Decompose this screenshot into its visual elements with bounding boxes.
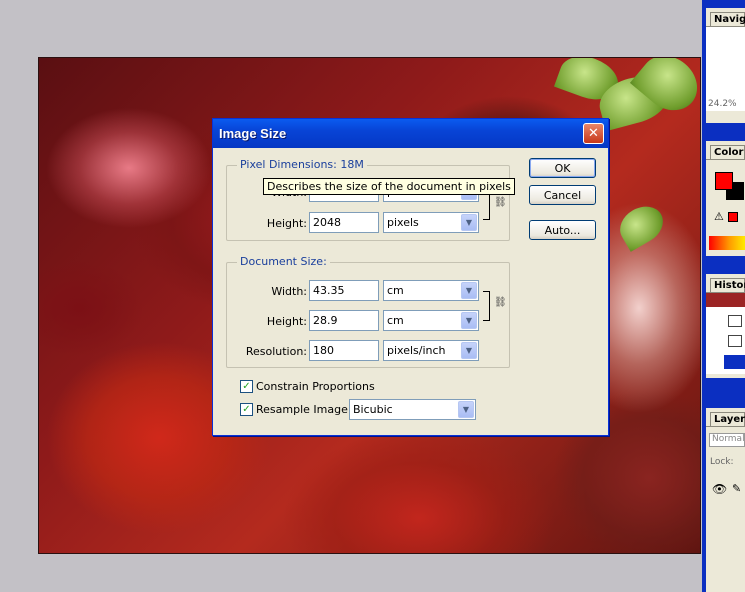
auto-button[interactable]: Auto... bbox=[529, 220, 596, 240]
chevron-down-icon[interactable]: ▼ bbox=[458, 401, 474, 418]
ok-button[interactable]: OK bbox=[529, 158, 596, 178]
resample-image-label: Resample Image: bbox=[256, 403, 352, 416]
image-size-dialog: Image Size ✕ Pixel Dimensions: 18M Width… bbox=[212, 118, 609, 436]
chain-link-icon: ⛓ bbox=[494, 297, 507, 308]
doc-height-input[interactable]: 28.9 bbox=[309, 310, 379, 331]
cancel-button[interactable]: Cancel bbox=[529, 185, 596, 205]
constrain-proportions-checkbox[interactable]: ✓ bbox=[240, 380, 253, 393]
doc-height-label: Height: bbox=[266, 315, 307, 328]
navigator-zoom[interactable]: 24.2% bbox=[708, 99, 737, 109]
resolution-input[interactable]: 180 bbox=[309, 340, 379, 361]
history-body bbox=[706, 292, 745, 374]
pixel-dimensions-label: Pixel Dimensions: 18M bbox=[237, 158, 367, 171]
resolution-unit-value: pixels/inch bbox=[387, 344, 446, 357]
history-step-active[interactable] bbox=[724, 355, 745, 369]
leaf-shape bbox=[613, 199, 670, 252]
chevron-down-icon[interactable]: ▼ bbox=[461, 214, 477, 231]
foreground-color-swatch[interactable] bbox=[715, 172, 733, 190]
layers-body: Normal Lock: 👁 ✎ bbox=[706, 426, 745, 588]
pixel-height-unit-select[interactable]: pixels ▼ bbox=[383, 212, 479, 233]
eye-icon[interactable]: 👁 bbox=[712, 482, 727, 496]
warning-icon: ⚠ bbox=[714, 210, 724, 223]
history-snapshot[interactable] bbox=[706, 293, 745, 307]
pixel-height-unit-value: pixels bbox=[387, 216, 419, 229]
close-icon[interactable]: ✕ bbox=[583, 123, 604, 144]
color-ramp[interactable] bbox=[709, 236, 745, 250]
chevron-down-icon[interactable]: ▼ bbox=[461, 342, 477, 359]
constrain-proportions-row[interactable]: ✓ Constrain Proportions bbox=[240, 380, 375, 393]
pixel-height-label: Height: bbox=[266, 217, 307, 230]
doc-width-unit-value: cm bbox=[387, 284, 404, 297]
pixel-height-input[interactable]: 2048 bbox=[309, 212, 379, 233]
doc-height-unit-select[interactable]: cm ▼ bbox=[383, 310, 479, 331]
history-step-icon[interactable] bbox=[728, 315, 742, 327]
history-tab[interactable]: Histor bbox=[710, 278, 745, 292]
color-body: ⚠ bbox=[706, 159, 745, 254]
brush-icon[interactable]: ✎ bbox=[732, 482, 741, 495]
palette-dock: Navig 24.2% Color ⚠ Histor Layer Normal … bbox=[702, 0, 745, 592]
navigator-palette: Navig 24.2% bbox=[706, 8, 745, 123]
navigator-tab[interactable]: Navig bbox=[710, 12, 745, 26]
chevron-down-icon[interactable]: ▼ bbox=[461, 282, 477, 299]
dialog-title: Image Size bbox=[219, 126, 287, 141]
resample-method-value: Bicubic bbox=[353, 403, 393, 416]
layers-palette: Layer Normal Lock: 👁 ✎ bbox=[706, 408, 745, 592]
doc-width-input[interactable]: 43.35 bbox=[309, 280, 379, 301]
chain-link-icon: ⛓ bbox=[494, 197, 507, 208]
navigator-body: 24.2% bbox=[706, 26, 745, 111]
pixel-dimensions-size: 18M bbox=[340, 158, 364, 171]
color-palette: Color ⚠ bbox=[706, 141, 745, 256]
pixel-dimensions-title: Pixel Dimensions: bbox=[240, 158, 337, 171]
chevron-down-icon[interactable]: ▼ bbox=[461, 312, 477, 329]
blend-mode-select[interactable]: Normal bbox=[709, 433, 745, 447]
constrain-proportions-label: Constrain Proportions bbox=[256, 380, 375, 393]
doc-width-label: Width: bbox=[271, 285, 307, 298]
resolution-unit-select[interactable]: pixels/inch ▼ bbox=[383, 340, 479, 361]
color-tab[interactable]: Color bbox=[710, 145, 745, 159]
link-bracket bbox=[483, 291, 490, 321]
dialog-titlebar[interactable]: Image Size bbox=[213, 119, 608, 148]
resample-method-select[interactable]: Bicubic ▼ bbox=[349, 399, 476, 420]
layers-tab[interactable]: Layer bbox=[710, 412, 745, 426]
resample-image-checkbox[interactable]: ✓ bbox=[240, 403, 253, 416]
document-size-group: Document Size: Width: 43.35 cm ▼ Height:… bbox=[226, 255, 510, 368]
gamut-swatch[interactable] bbox=[728, 212, 738, 222]
resolution-label: Resolution: bbox=[245, 345, 307, 358]
doc-width-unit-select[interactable]: cm ▼ bbox=[383, 280, 479, 301]
document-size-label: Document Size: bbox=[237, 255, 330, 268]
link-bracket bbox=[483, 192, 490, 220]
lock-label: Lock: bbox=[710, 457, 734, 467]
doc-height-unit-value: cm bbox=[387, 314, 404, 327]
history-step-icon[interactable] bbox=[728, 335, 742, 347]
pixel-dimensions-group: Pixel Dimensions: 18M Width: 3072 pixels… bbox=[226, 158, 510, 241]
history-palette: Histor bbox=[706, 274, 745, 378]
tooltip: Describes the size of the document in pi… bbox=[263, 178, 515, 195]
resample-image-row[interactable]: ✓ Resample Image: bbox=[240, 403, 352, 416]
